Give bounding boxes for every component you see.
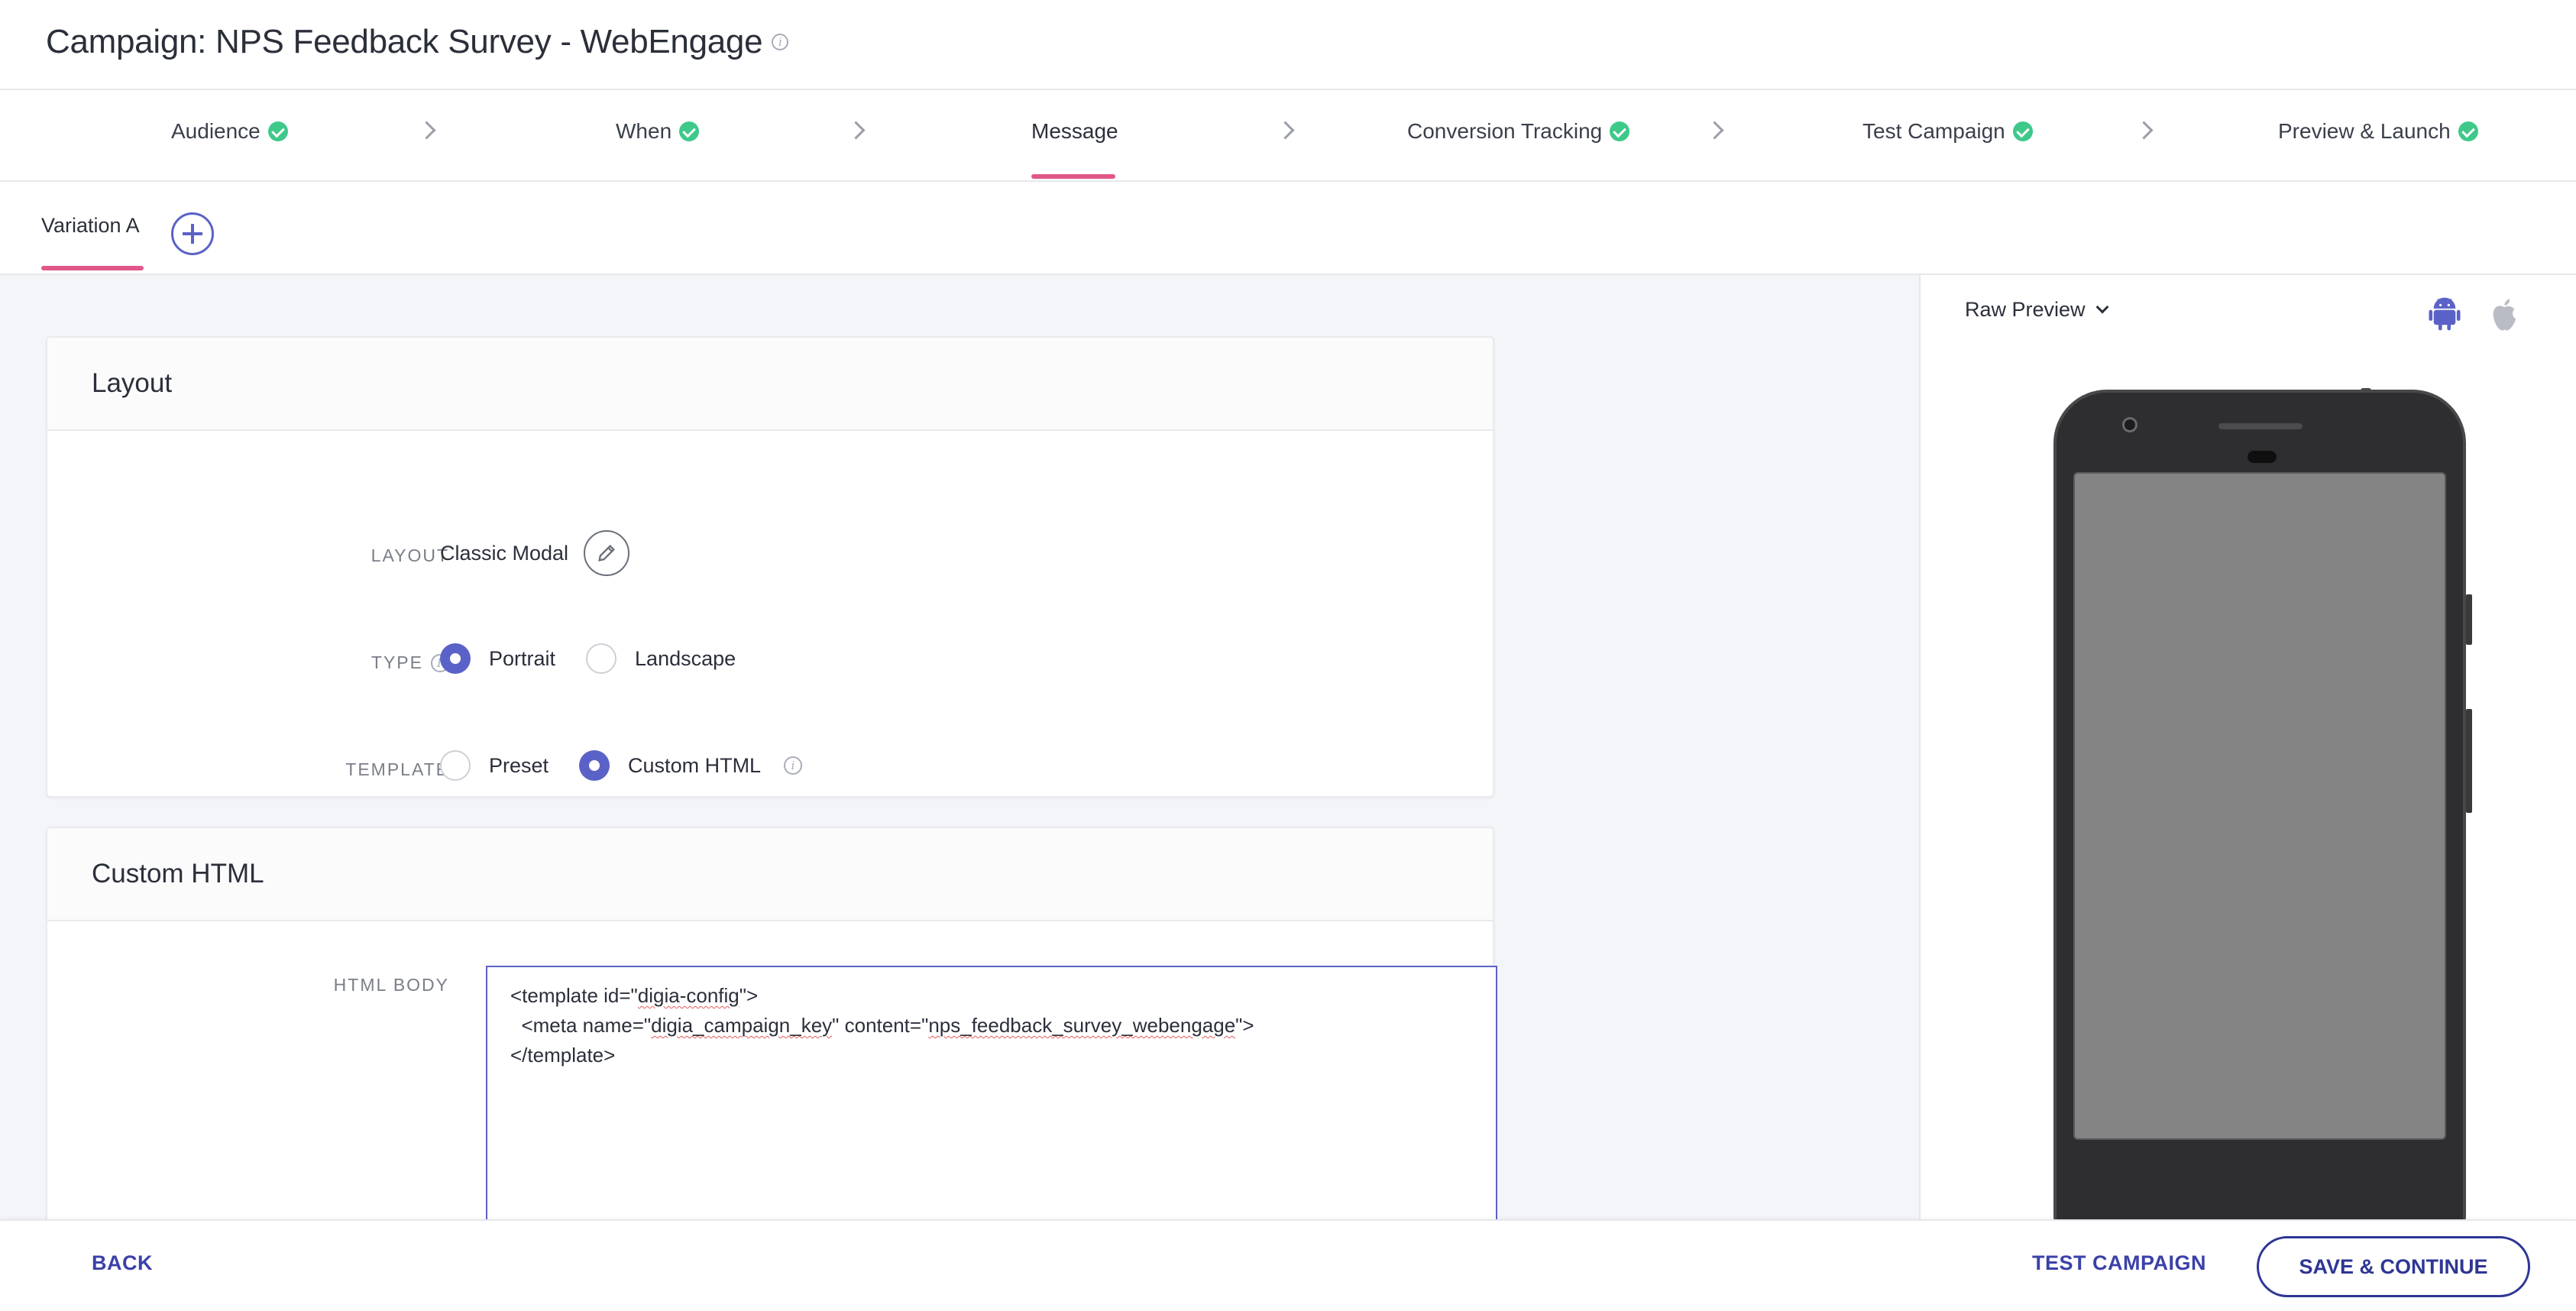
code-line: <template id="digia-config"> xyxy=(510,984,759,1007)
radio-label: Portrait xyxy=(489,646,556,670)
type-label-text: TYPE xyxy=(371,652,423,672)
phone-button xyxy=(2361,388,2371,393)
phone-screen xyxy=(2073,472,2446,1140)
preview-mode-label: Raw Preview xyxy=(1965,298,2086,321)
check-circle-icon xyxy=(267,121,288,141)
pencil-icon xyxy=(598,545,616,562)
step-label: Message xyxy=(1031,119,1118,143)
step-label: Preview & Launch xyxy=(2278,119,2451,143)
code-line: <meta name="digia_campaign_key" content=… xyxy=(510,1014,1254,1037)
template-options: Preset Custom HTML i xyxy=(440,750,803,781)
step-test-campaign[interactable]: Test Campaign xyxy=(1862,119,2033,144)
step-label: When xyxy=(616,119,672,143)
radio-portrait[interactable]: Portrait xyxy=(440,643,555,674)
campaign-title-text: Campaign: NPS Feedback Survey - WebEngag… xyxy=(46,23,763,60)
message-editor: Layout LAYOUT Classic Modal TYPE i Portr… xyxy=(0,275,1919,1219)
layout-row: Classic Modal xyxy=(440,530,630,576)
test-campaign-button[interactable]: TEST CAMPAIGN xyxy=(2032,1251,2206,1275)
save-continue-button[interactable]: SAVE & CONTINUE xyxy=(2257,1236,2530,1297)
radio-label: Preset xyxy=(489,753,549,777)
chevron-right-icon xyxy=(1274,118,1297,141)
template-label-text: TEMPLATE xyxy=(345,759,449,779)
custom-html-card-title: Custom HTML xyxy=(47,828,1493,921)
page-header: Campaign: NPS Feedback Survey - WebEngag… xyxy=(0,0,2576,90)
step-message[interactable]: Message xyxy=(1031,119,1118,144)
page-title: Campaign: NPS Feedback Survey - WebEngag… xyxy=(46,23,789,61)
footer-bar: BACK TEST CAMPAIGN SAVE & CONTINUE xyxy=(0,1219,2576,1311)
add-variation-button[interactable] xyxy=(171,212,214,255)
chevron-right-icon xyxy=(416,118,439,141)
android-icon[interactable] xyxy=(2428,295,2461,333)
active-tab-indicator xyxy=(41,266,144,270)
layout-card-title: Layout xyxy=(47,338,1493,431)
step-preview-launch[interactable]: Preview & Launch xyxy=(2278,119,2478,144)
edit-layout-button[interactable] xyxy=(584,530,630,576)
radio-unselected-icon xyxy=(440,750,471,781)
layout-card: Layout LAYOUT Classic Modal TYPE i Portr… xyxy=(46,336,1494,798)
step-audience[interactable]: Audience xyxy=(171,119,288,144)
radio-preset[interactable]: Preset xyxy=(440,750,549,781)
phone-sensor xyxy=(2248,451,2277,463)
tab-variation-a[interactable]: Variation A xyxy=(41,214,140,238)
layout-value: Classic Modal xyxy=(440,541,569,565)
step-label: Audience xyxy=(171,119,261,143)
phone-side-button xyxy=(2466,594,2472,645)
html-body-label-text: HTML BODY xyxy=(333,975,449,995)
check-circle-icon xyxy=(679,121,700,141)
check-circle-icon xyxy=(2458,121,2478,141)
info-icon[interactable]: i xyxy=(784,756,803,775)
chevron-down-icon xyxy=(2095,300,2109,313)
type-label: TYPE i xyxy=(93,652,449,673)
step-label: Conversion Tracking xyxy=(1407,119,1603,143)
chevron-right-icon xyxy=(845,118,868,141)
phone-speaker xyxy=(2218,423,2303,429)
radio-selected-icon xyxy=(440,643,471,674)
radio-unselected-icon xyxy=(586,643,617,674)
step-when[interactable]: When xyxy=(616,119,700,144)
radio-landscape[interactable]: Landscape xyxy=(586,643,736,674)
check-circle-icon xyxy=(1610,121,1630,141)
preview-panel: Raw Preview xyxy=(1919,275,2576,1219)
radio-label: Landscape xyxy=(635,646,736,670)
html-body-editor[interactable]: <template id="digia-config"> <meta name=… xyxy=(486,966,1497,1219)
code-line: </template> xyxy=(510,1044,616,1067)
back-button[interactable]: BACK xyxy=(92,1251,153,1275)
step-conversion-tracking[interactable]: Conversion Tracking xyxy=(1407,119,1630,144)
preview-mode-dropdown[interactable]: Raw Preview xyxy=(1965,298,2109,322)
campaign-steps-nav: Audience When Message Conversion Trackin… xyxy=(0,90,2576,182)
radio-custom-html[interactable]: Custom HTML xyxy=(579,750,761,781)
html-body-label: HTML BODY xyxy=(93,975,449,995)
phone-side-button xyxy=(2466,709,2472,813)
info-icon[interactable]: i xyxy=(772,34,789,50)
radio-label: Custom HTML xyxy=(628,753,762,777)
check-circle-icon xyxy=(2012,121,2033,141)
active-step-indicator xyxy=(1031,174,1115,179)
chevron-right-icon xyxy=(1704,118,1727,141)
apple-icon[interactable] xyxy=(2487,295,2521,333)
variation-tabs: Variation A xyxy=(0,182,2576,275)
camera-icon xyxy=(2122,417,2137,432)
layout-label: LAYOUT xyxy=(93,545,449,566)
phone-mockup xyxy=(2053,388,2472,1219)
step-label: Test Campaign xyxy=(1862,119,2005,143)
template-label: TEMPLATE xyxy=(93,759,449,780)
radio-selected-icon xyxy=(579,750,610,781)
type-options: Portrait Landscape xyxy=(440,643,766,674)
chevron-right-icon xyxy=(2133,118,2156,141)
custom-html-card: Custom HTML HTML BODY <template id="digi… xyxy=(46,827,1497,1219)
layout-label-text: LAYOUT xyxy=(371,545,449,565)
